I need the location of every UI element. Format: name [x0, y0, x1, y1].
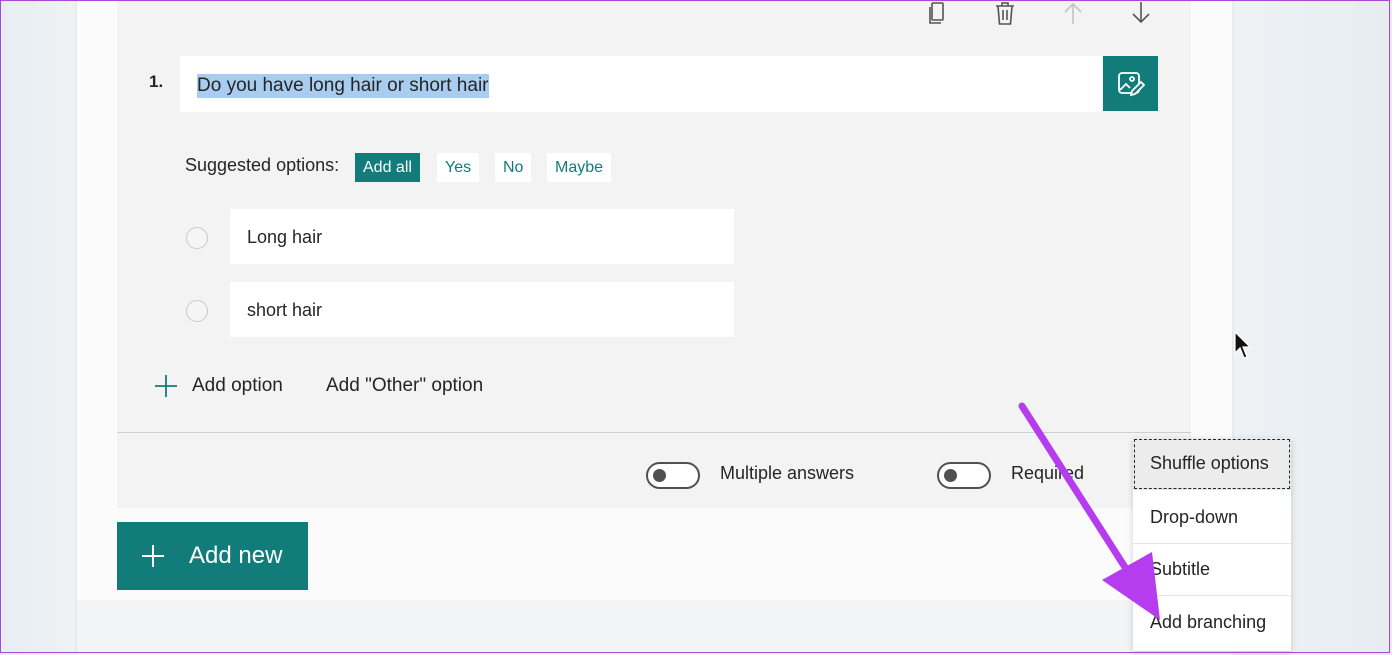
- multiple-answers-toggle[interactable]: [646, 462, 700, 489]
- add-new-label: Add new: [189, 542, 283, 569]
- mouse-cursor-icon: [1234, 331, 1252, 359]
- add-option-button[interactable]: Add option: [192, 375, 283, 397]
- move-down-button[interactable]: [1127, 0, 1155, 28]
- copy-question-button[interactable]: [923, 0, 951, 28]
- move-up-button[interactable]: [1059, 0, 1087, 28]
- multiple-answers-label: Multiple answers: [720, 463, 855, 483]
- card-divider: [117, 432, 1191, 433]
- menu-item-subtitle[interactable]: Subtitle: [1133, 544, 1291, 596]
- required-label: Required: [1011, 463, 1085, 483]
- arrow-up-icon: [1064, 2, 1082, 24]
- plus-icon: [155, 375, 177, 397]
- add-all-button[interactable]: Add all: [355, 153, 420, 182]
- toggle-knob: [653, 469, 666, 482]
- more-settings-menu: Shuffle options Drop-down Subtitle Add b…: [1133, 438, 1291, 651]
- add-other-option-button[interactable]: Add "Other" option: [326, 375, 483, 397]
- menu-item-shuffle-options[interactable]: Shuffle options: [1133, 438, 1291, 490]
- image-edit-icon: [1117, 71, 1145, 96]
- trash-icon: [996, 2, 1014, 25]
- toggle-knob: [944, 469, 957, 482]
- suggested-option-maybe[interactable]: Maybe: [547, 153, 612, 182]
- required-toggle[interactable]: [937, 462, 991, 489]
- option-radio-1[interactable]: [186, 227, 208, 249]
- delete-question-button[interactable]: [991, 0, 1019, 28]
- copy-icon: [929, 2, 944, 24]
- add-new-button[interactable]: Add new: [117, 522, 308, 590]
- option-text-2[interactable]: short hair: [247, 300, 322, 321]
- arrow-down-icon: [1132, 2, 1150, 24]
- menu-item-drop-down[interactable]: Drop-down: [1133, 492, 1291, 544]
- plus-icon: [142, 545, 164, 567]
- insert-media-button[interactable]: [1103, 56, 1158, 111]
- suggested-option-yes[interactable]: Yes: [437, 153, 480, 182]
- question-number: 1.: [149, 72, 164, 91]
- option-radio-2[interactable]: [186, 300, 208, 322]
- form-footer-strip: [77, 600, 1232, 655]
- background-left: [0, 0, 77, 655]
- menu-item-add-branching[interactable]: Add branching: [1133, 596, 1291, 648]
- option-text-1[interactable]: Long hair: [247, 227, 322, 248]
- question-title-text[interactable]: Do you have long hair or short hair: [197, 74, 489, 98]
- suggested-options-label: Suggested options:: [185, 155, 340, 175]
- suggested-option-no[interactable]: No: [495, 153, 532, 182]
